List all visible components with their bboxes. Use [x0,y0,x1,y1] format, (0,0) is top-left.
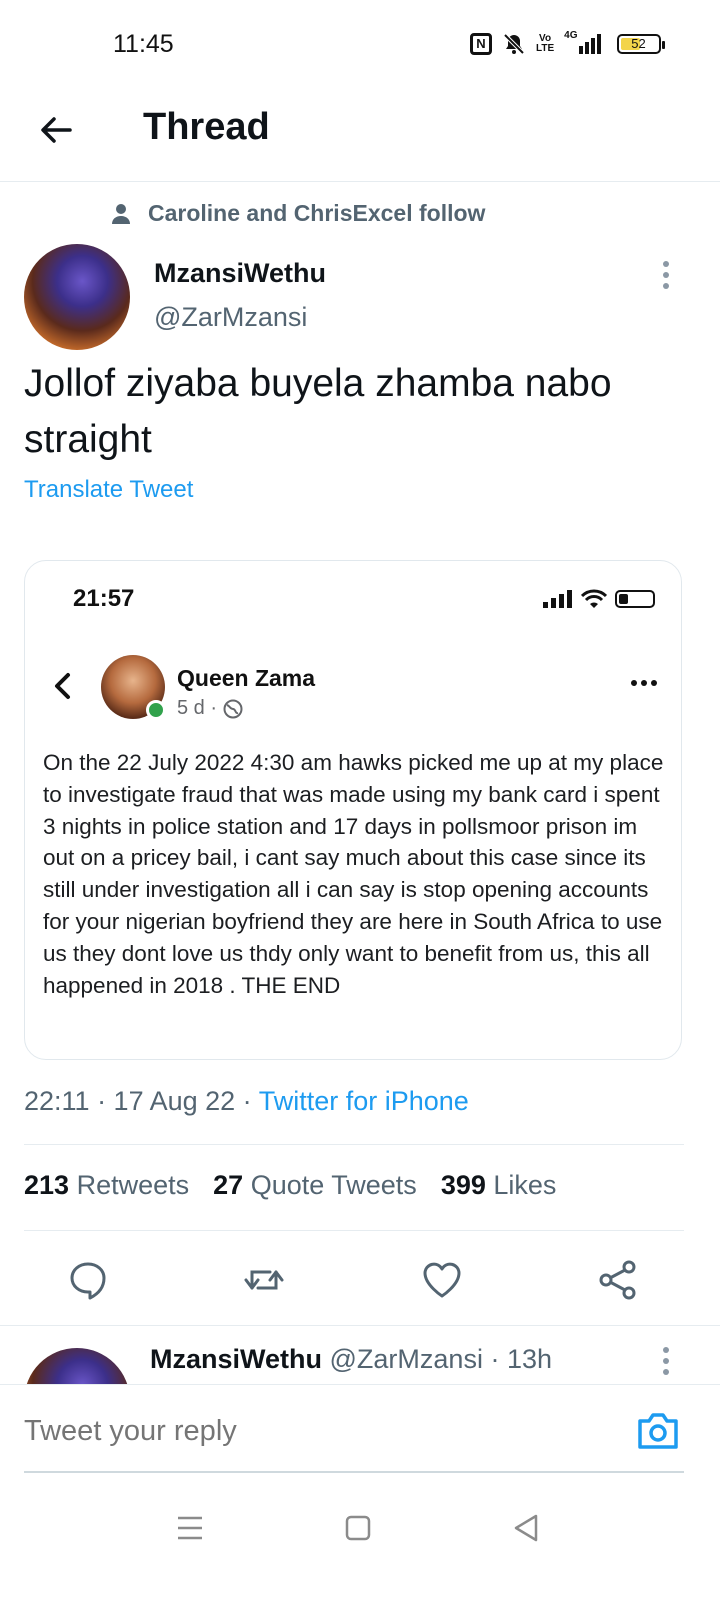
author-name[interactable]: MzansiWethu [154,258,326,289]
like-button[interactable] [420,1258,464,1302]
embedded-post-age: 5 d · [177,697,218,719]
quotes-count: 27 [213,1170,244,1200]
camera-icon [638,1413,678,1449]
tweet-timestamp: 22:11 · 17 Aug 22 · Twitter for iPhone [24,1086,469,1117]
thread-separator [0,1325,720,1326]
triangle-back-icon [514,1514,538,1542]
heart-icon [423,1262,461,1298]
reply-handle-time: @ZarMzansi · 13h [322,1344,552,1374]
online-indicator [146,700,166,720]
likes-stat[interactable]: 399 Likes [441,1170,557,1201]
author-avatar[interactable] [24,244,130,350]
divider [24,1144,684,1145]
menu-nav-button[interactable] [170,1508,210,1548]
embedded-meta: 5 d · [177,697,243,720]
input-underline [24,1471,684,1473]
social-context-text: Caroline and ChrisExcel follow [148,200,486,226]
battery-icon [615,590,655,608]
tweet-text: Jollof ziyaba buyela zhamba nabo straigh… [24,362,612,461]
status-icons: N Vo LTE 4G 52 [470,30,665,58]
retweets-count: 213 [24,1170,70,1200]
reply-input[interactable] [24,1415,584,1448]
back-nav-button[interactable] [506,1508,546,1548]
wifi-icon [581,589,607,608]
tweet-actions [0,1254,720,1306]
reply-icon [70,1262,106,1300]
share-button[interactable] [596,1258,640,1302]
camera-button[interactable] [636,1411,680,1451]
likes-count: 399 [440,1170,486,1200]
retweets-label: Retweets [76,1170,190,1200]
signal-icon [543,590,572,608]
system-nav-bar [0,1488,720,1600]
retweet-button[interactable] [242,1258,286,1302]
embedded-name: Queen Zama [177,665,316,691]
tweet-source-link[interactable]: Twitter for iPhone [259,1086,469,1116]
timestamp-text: 22:11 · 17 Aug 22 · [24,1086,259,1116]
author-handle[interactable]: @ZarMzansi [154,302,307,333]
status-time: 11:45 [113,30,174,58]
page-title: Thread [143,106,270,148]
globe-icon [223,699,243,718]
nfc-icon: N [470,33,492,55]
app-header: Thread [0,90,720,182]
signal-icon: 4G [564,30,601,58]
tweet-media-image[interactable]: 21:57 Queen Zama 5 d · On the 22 July 20… [24,560,682,1060]
person-icon [112,203,130,224]
reply-composer [0,1384,720,1488]
chevron-left-icon [51,671,75,701]
reply-header[interactable]: MzansiWethu @ZarMzansi · 13h [150,1344,552,1375]
embedded-status-icons [543,589,655,609]
likes-label: Likes [493,1170,557,1200]
reply-author-name: MzansiWethu [150,1344,323,1374]
mute-icon [502,30,526,58]
volte-bottom: LTE [536,43,555,54]
divider [24,1230,684,1231]
more-options-button[interactable] [656,260,676,290]
retweet-icon [244,1270,284,1290]
volte-icon: Vo LTE [536,30,554,58]
social-context[interactable]: Caroline and ChrisExcel follow [110,200,485,227]
more-vertical-icon [663,1347,669,1375]
share-icon [599,1260,636,1300]
battery-fill [619,594,628,604]
translate-tweet-link[interactable]: Translate Tweet [24,476,193,504]
menu-icon [178,1516,202,1540]
quote-tweets-stat[interactable]: 27 Quote Tweets [213,1170,417,1201]
battery-icon: 52 [616,34,665,54]
reply-more-button[interactable] [656,1346,676,1376]
back-button[interactable] [34,108,78,152]
reply-button[interactable] [66,1258,110,1302]
home-nav-button[interactable] [338,1508,378,1548]
quotes-label: Quote Tweets [250,1170,417,1200]
more-horizontal-icon [629,673,659,693]
network-type: 4G [564,30,578,41]
arrow-left-icon [41,117,72,143]
more-vertical-icon [663,261,669,289]
tweet-stats: 213 Retweets 27 Quote Tweets 399 Likes [24,1170,556,1201]
square-icon [345,1515,371,1541]
status-bar: 11:45 N Vo LTE 4G 52 [0,0,720,90]
battery-level: 52 [631,36,646,51]
embedded-post-body: On the 22 July 2022 4:30 am hawks picked… [43,750,664,998]
battery-tip [661,41,665,49]
embedded-status-time: 21:57 [73,585,135,612]
retweets-stat[interactable]: 213 Retweets [24,1170,189,1201]
